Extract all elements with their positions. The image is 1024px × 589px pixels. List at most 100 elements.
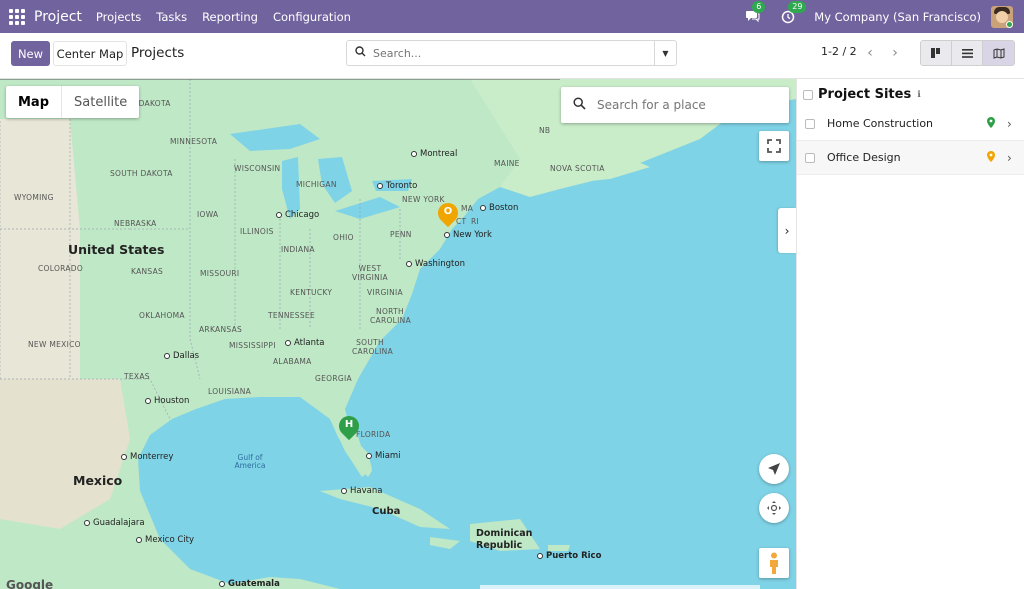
street-view-pegman-icon[interactable] — [759, 548, 789, 578]
pager-next-icon[interactable]: › — [884, 41, 906, 65]
city-label: Dallas — [164, 351, 199, 361]
city-label: Houston — [145, 396, 189, 406]
chevron-right-icon[interactable]: › — [1007, 151, 1024, 165]
app-brand[interactable]: Project — [34, 9, 82, 25]
state-label: SOUTH CAROLINA — [352, 338, 394, 356]
my-location-icon[interactable] — [759, 454, 789, 484]
new-button[interactable]: New — [11, 41, 50, 66]
pager-value[interactable]: 1-2 / 2 — [821, 45, 857, 58]
chevron-right-icon[interactable]: › — [1007, 117, 1024, 131]
state-label: ARKANSAS — [199, 325, 243, 334]
city-label: Guadalajara — [84, 518, 145, 528]
pager-previous-icon[interactable]: ‹ — [859, 41, 881, 65]
state-label: RI — [471, 217, 480, 226]
search-bar: ▼ — [346, 40, 677, 66]
country-label: Cuba — [372, 506, 401, 517]
country-label: Mexico — [73, 473, 123, 488]
menu-reporting[interactable]: Reporting — [202, 10, 258, 24]
state-label: WISCONSIN — [234, 164, 281, 173]
city-label: Miami — [366, 451, 401, 461]
city-label: Atlanta — [285, 338, 325, 348]
center-map-button[interactable]: Center Map — [53, 41, 127, 66]
panel-title: Project Sites — [818, 87, 912, 102]
site-row[interactable]: Home Construction › — [797, 107, 1024, 141]
menu-tasks[interactable]: Tasks — [156, 10, 187, 24]
place-search-input[interactable] — [597, 98, 777, 112]
country-label: Dominican Republic — [476, 528, 533, 551]
state-label: WEST VIRGINIA — [352, 264, 388, 282]
site-row[interactable]: Office Design › — [797, 141, 1024, 175]
row-checkbox[interactable] — [805, 152, 815, 163]
control-panel: New Center Map Projects ▼ 1-2 / 2 ‹ › — [0, 33, 1024, 79]
map-attribution — [480, 585, 760, 589]
state-label: NORTH CAROLINA — [370, 307, 412, 325]
site-name: Office Design — [827, 151, 901, 164]
row-checkbox[interactable] — [805, 118, 815, 129]
search-input[interactable] — [373, 46, 654, 60]
state-label: MISSOURI — [200, 269, 240, 278]
user-avatar[interactable] — [991, 5, 1013, 28]
camera-control-icon[interactable] — [759, 493, 789, 523]
map-marker-home-construction[interactable]: H — [334, 411, 364, 442]
state-label: FLORIDA — [356, 430, 391, 439]
state-label: COLORADO — [38, 264, 84, 273]
city-label: Toronto — [377, 181, 417, 191]
state-label: INDIANA — [281, 245, 315, 254]
activities-clock-icon[interactable]: 29 — [778, 0, 807, 27]
map-pin-icon — [987, 150, 997, 165]
search-icon — [347, 46, 373, 60]
city-label: Monterrey — [121, 452, 173, 462]
city-label: Boston — [480, 203, 518, 213]
breadcrumb: Projects — [131, 45, 185, 61]
messages-icon[interactable]: 6 — [742, 0, 766, 27]
view-switcher — [920, 40, 1015, 66]
state-label: WYOMING — [14, 193, 54, 202]
state-label: NEBRASKA — [114, 219, 157, 228]
city-label: Guatemala — [219, 579, 280, 589]
state-label: SOUTH DAKOTA — [110, 169, 173, 178]
state-label: ILLINOIS — [240, 227, 274, 236]
apps-menu-icon[interactable] — [0, 0, 34, 33]
state-label: NB — [539, 126, 551, 135]
map-view-icon[interactable] — [983, 41, 1014, 65]
state-label: OHIO — [333, 233, 354, 242]
activities-count-badge: 29 — [788, 0, 807, 13]
kanban-view-icon[interactable] — [921, 41, 952, 65]
city-label: Havana — [341, 486, 382, 496]
map-type-toggle: Map Satellite — [6, 86, 140, 118]
state-label: OKLAHOMA — [139, 311, 185, 320]
marker-letter: H — [344, 419, 354, 430]
sidebar-toggle-chevron-icon[interactable]: › — [778, 208, 796, 253]
search-options-chevron-icon[interactable]: ▼ — [654, 41, 676, 65]
menu-projects[interactable]: Projects — [96, 10, 141, 24]
place-search-box — [561, 87, 789, 123]
state-label: VIRGINIA — [367, 288, 403, 297]
info-icon[interactable]: ℹ — [917, 90, 920, 100]
water-label: Gulf of America — [234, 453, 266, 470]
map-pin-icon — [987, 116, 997, 131]
city-label: Puerto Rico — [537, 551, 601, 561]
google-logo: Google — [6, 578, 54, 589]
country-label: United States — [68, 242, 165, 257]
map-tab[interactable]: Map — [6, 86, 63, 118]
state-label: MISSISSIPPI — [229, 341, 276, 350]
state-label: LOUISIANA — [208, 387, 252, 396]
project-sites-header: Project Sites ℹ — [803, 87, 921, 102]
state-label: ALABAMA — [273, 357, 312, 366]
state-label: NEW MEXICO — [28, 340, 81, 349]
satellite-tab[interactable]: Satellite — [62, 86, 139, 118]
state-label: PENN — [390, 230, 412, 239]
marker-letter: O — [443, 206, 453, 217]
city-label: Montreal — [411, 149, 457, 159]
messages-count-badge: 6 — [752, 0, 766, 13]
fullscreen-icon[interactable] — [759, 131, 789, 161]
list-view-icon[interactable] — [952, 41, 983, 65]
state-label: MINNESOTA — [170, 137, 218, 146]
company-switcher[interactable]: My Company (San Francisco) — [814, 10, 981, 24]
city-label: Washington — [406, 259, 465, 269]
map-canvas[interactable]: United States Mexico Cuba Dominican Repu… — [0, 79, 796, 589]
select-all-checkbox[interactable] — [803, 89, 813, 100]
menu-configuration[interactable]: Configuration — [273, 10, 351, 24]
state-label: TENNESSEE — [268, 311, 315, 320]
map-marker-office-design[interactable]: O — [433, 198, 463, 229]
